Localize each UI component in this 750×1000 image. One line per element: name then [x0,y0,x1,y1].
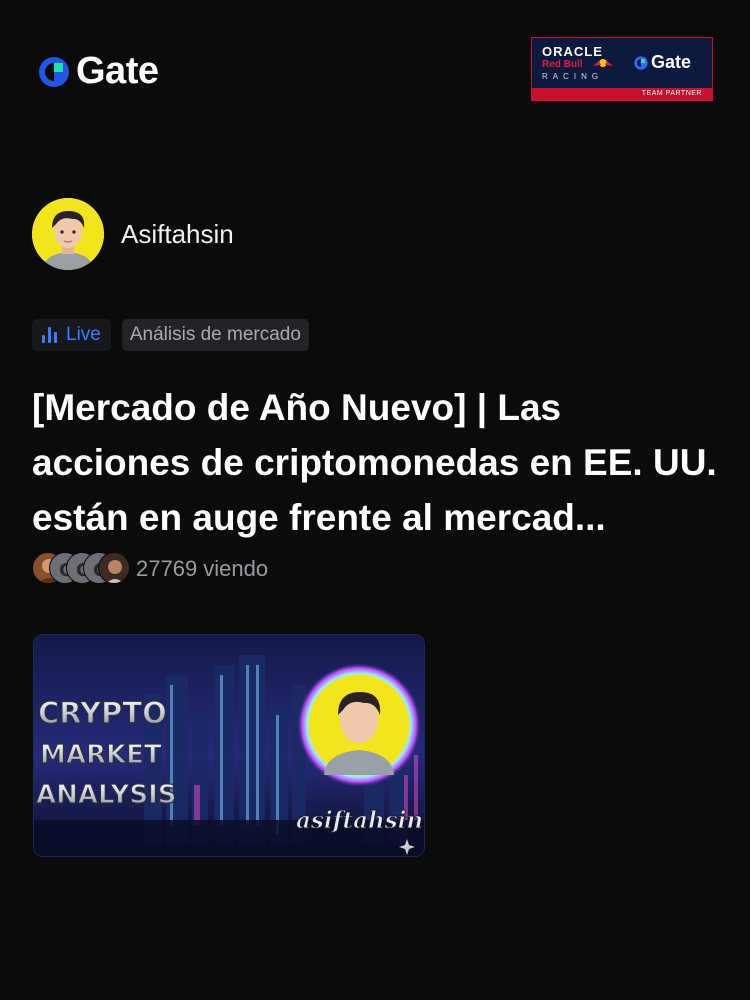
thumb-analysis-text: ANALYSIS [36,780,176,810]
author-name[interactable]: Asiftahsin [121,219,234,250]
tag-row: Live Análisis de mercado [32,319,309,351]
viewers-row: C C C 27769 viendo [32,552,268,586]
author-avatar-illustration [32,198,104,270]
post-title[interactable]: [Mercado de Año Nuevo] | Las acciones de… [32,380,722,545]
bull-icon [593,59,613,67]
partner-gate-text: Gate [651,52,692,72]
viewer-avatar [98,552,130,584]
live-tag[interactable]: Live [32,319,111,351]
partner-ribbon: TEAM PARTNER [532,88,712,100]
author-row[interactable]: Asiftahsin [32,198,234,270]
viewer-avatars: C C C [32,552,130,586]
partner-racing-text: RACING [542,72,604,81]
category-tag[interactable]: Análisis de mercado [121,319,309,351]
gate-logo-text: Gate [76,50,159,92]
post-thumbnail[interactable]: CRYPTO MARKET ANALYSIS asiftahsin [33,634,425,857]
gate-logo[interactable]: Gate [36,50,159,93]
thumbnail-image: CRYPTO MARKET ANALYSIS asiftahsin [34,635,424,856]
thumb-handle-text: asiftahsin [296,807,423,834]
gate-logo-icon [634,55,648,70]
partner-gate-logo: Gate [633,52,691,73]
partner-banner[interactable]: ORACLE Red Bull RACING Gate TEAM PARTNER [531,37,713,101]
thumb-market-text: MARKET [40,740,162,770]
viewer-count: 27769 viendo [136,556,269,581]
live-tag-label: Live [66,324,101,345]
gate-logo-icon [39,56,69,87]
live-bars-icon [42,327,57,343]
avatar[interactable] [32,198,104,270]
partner-redbull-text: Red Bull [542,59,583,70]
app-header: Gate ORACLE Red Bull RACING Gate TEAM PA… [0,0,750,140]
thumb-crypto-text: CRYPTO [38,696,167,730]
